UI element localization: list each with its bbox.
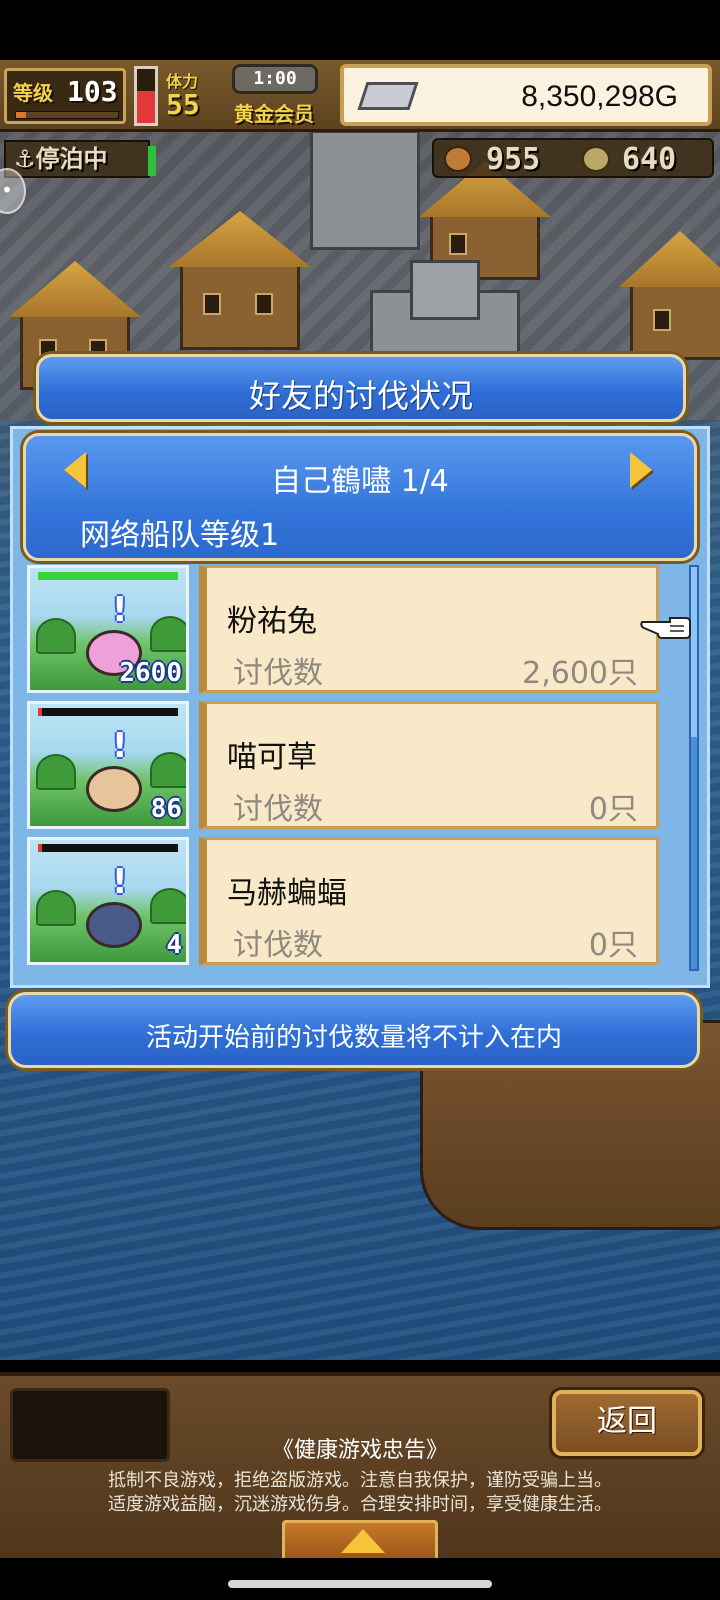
monster-card[interactable]: 马赫蝙蝠 讨伐数 0只 xyxy=(199,837,659,965)
kill-count-label: 讨伐数 xyxy=(233,792,323,827)
system-nav-bar xyxy=(0,1558,720,1600)
hp-bar xyxy=(38,572,178,580)
monster-thumbnail: ! 86 xyxy=(27,701,189,829)
top-hud: 等级 103 体力 55 1:00 黄金会员 8,350,298G xyxy=(0,60,720,132)
monster-count-badge: 86 xyxy=(150,794,182,824)
food-value: 955 xyxy=(486,142,541,177)
up-arrow-icon xyxy=(341,1529,385,1553)
material-icon xyxy=(582,146,610,172)
expand-menu-button[interactable] xyxy=(282,1520,438,1562)
monster-card[interactable]: 喵可草 讨伐数 0只 xyxy=(199,701,659,829)
alert-icon: ! xyxy=(112,726,128,766)
friend-name: 自己鶴嚍 1/4 xyxy=(271,464,449,499)
monster-name: 喵可草 xyxy=(227,740,317,775)
resources-box[interactable]: 955 640 xyxy=(432,138,714,178)
list-item[interactable]: ! 4 马赫蝙蝠 讨伐数 0只 xyxy=(23,835,673,969)
house xyxy=(169,211,311,350)
friend-status-panel: 自己鶴嚍 1/4 网络船队等级1 ! 2600 粉祐兔 讨伐数 2,600只 !… xyxy=(10,426,710,988)
hp-bar xyxy=(38,844,178,852)
timer: 1:00 xyxy=(232,64,318,94)
level-progress-bar xyxy=(15,111,119,119)
hp-bar xyxy=(38,708,178,716)
fleet-level: 网络船队等级1 xyxy=(80,518,280,553)
crew-box[interactable]: 体力 55 xyxy=(166,68,232,124)
alert-icon: ! xyxy=(112,590,128,630)
kill-count-value: 2,600只 xyxy=(522,656,638,691)
anchor-icon: ⚓ xyxy=(14,145,36,173)
crew-value: 55 xyxy=(166,88,200,121)
kill-count-label: 讨伐数 xyxy=(233,928,323,963)
grass-monster-icon xyxy=(86,766,142,812)
bat-monster-icon xyxy=(86,902,142,948)
dialog-title-bar: 好友的讨伐状况 xyxy=(36,354,686,422)
notice-text: 活动开始前的讨伐数量将不计入在内 xyxy=(145,1023,562,1053)
material-value: 640 xyxy=(622,142,677,177)
friend-header: 自己鶴嚍 1/4 网络船队等级1 xyxy=(23,433,697,561)
home-gesture-pill[interactable] xyxy=(228,1580,492,1588)
monster-count-badge: 4 xyxy=(166,930,182,960)
monster-count-badge: 2600 xyxy=(119,658,182,688)
food-icon xyxy=(444,146,472,172)
stamina-gauge[interactable] xyxy=(134,66,158,126)
monster-card[interactable]: 粉祐兔 讨伐数 2,600只 xyxy=(199,565,659,693)
status-row: ⚓停泊中 955 640 xyxy=(0,136,720,180)
level-box[interactable]: 等级 103 xyxy=(4,68,126,124)
status-label: 停泊中 xyxy=(35,145,108,173)
monster-name: 马赫蝙蝠 xyxy=(227,876,347,911)
dialog-title: 好友的讨伐状况 xyxy=(248,377,473,415)
kill-count-value: 0只 xyxy=(588,792,638,827)
alert-icon: ! xyxy=(112,862,128,902)
monster-thumbnail: ! 2600 xyxy=(27,565,189,693)
docked-status[interactable]: ⚓停泊中 xyxy=(4,140,156,178)
money-box[interactable]: 8,350,298G xyxy=(340,64,712,126)
monster-thumbnail: ! 4 xyxy=(27,837,189,965)
health-warning-line: 抵制不良游戏，拒绝盗版游戏。注意自我保护，谨防受骗上当。 xyxy=(108,1470,612,1491)
pointer-hand-icon xyxy=(640,617,691,639)
money-value: 8,350,298G xyxy=(521,80,678,113)
level-label: 等级 xyxy=(13,81,53,105)
castle-tower xyxy=(410,260,480,320)
house xyxy=(619,231,720,360)
kill-count-value: 0只 xyxy=(588,928,638,963)
monster-name: 粉祐兔 xyxy=(227,604,317,639)
level-value: 103 xyxy=(67,75,118,108)
monster-list[interactable]: ! 2600 粉祐兔 讨伐数 2,600只 ! 86 喵可草 讨伐数 0只 ! … xyxy=(23,563,687,973)
kill-count-label: 讨伐数 xyxy=(233,656,323,691)
health-warning-title: 《健康游戏忠告》 xyxy=(271,1438,448,1463)
health-warning-line: 适度游戏益脑，沉迷游戏伤身。合理安排时间，享受健康生活。 xyxy=(108,1494,612,1515)
notice-bar: 活动开始前的讨伐数量将不计入在内 xyxy=(8,992,700,1068)
membership-label[interactable]: 黄金会员 xyxy=(234,98,314,127)
bottom-bar: 返回 《健康游戏忠告》 抵制不良游戏，拒绝盗版游戏。注意自我保护，谨防受骗上当。… xyxy=(0,1372,720,1562)
silver-ingot-icon xyxy=(357,82,419,110)
list-item[interactable]: ! 2600 粉祐兔 讨伐数 2,600只 xyxy=(23,563,673,697)
list-item[interactable]: ! 86 喵可草 讨伐数 0只 xyxy=(23,699,673,833)
